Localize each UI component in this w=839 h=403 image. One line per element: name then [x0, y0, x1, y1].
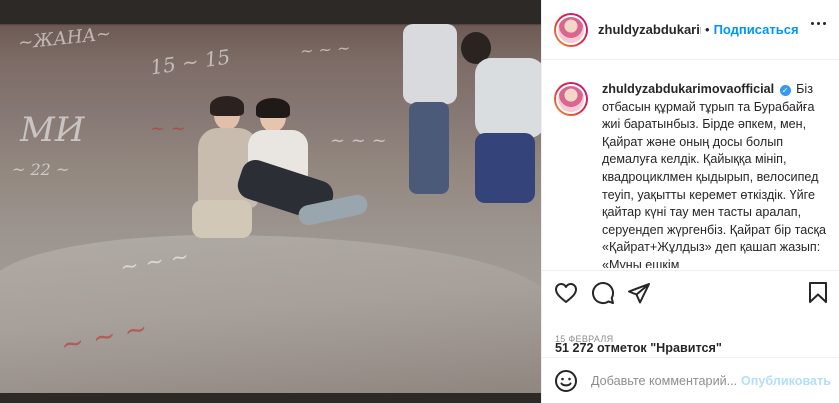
bookmark-icon[interactable]	[806, 281, 830, 305]
avatar[interactable]	[554, 12, 588, 47]
caption-avatar[interactable]	[554, 82, 588, 116]
photo-person-child	[455, 28, 541, 208]
comment-icon[interactable]	[591, 281, 615, 305]
more-dots-icon[interactable]	[811, 22, 826, 25]
photo-rock	[0, 235, 541, 403]
separator-dot: •	[705, 22, 710, 37]
comment-input[interactable]	[591, 373, 741, 388]
heart-icon[interactable]	[554, 281, 578, 305]
caption-text: Біз отбасын құрмай тұрып та Бурабайға жи…	[602, 82, 827, 268]
photo-person-man	[234, 98, 370, 245]
caption-username[interactable]: zhuldyzabdukarimovaofficial	[602, 82, 774, 96]
photo-graffiti: ~ЖАНА~	[17, 23, 113, 54]
photo-graffiti: ~ ~ ~	[299, 38, 351, 61]
photo-graffiti: 15 ~ 15	[148, 44, 232, 80]
avatar-image	[556, 84, 586, 114]
paper-plane-icon[interactable]	[627, 281, 651, 305]
post-actions: 15 февраля Опубликовать	[542, 270, 839, 402]
photo-graffiti: МИ	[20, 110, 85, 150]
smiley-icon[interactable]	[554, 369, 578, 393]
follow-button[interactable]: Подписаться	[714, 22, 799, 37]
avatar-image	[556, 14, 586, 45]
action-icons	[554, 281, 830, 305]
caption-body: zhuldyzabdukarimovaofficial ✓ Біз отбасы…	[602, 71, 832, 268]
post-sidebar: zhuldyzabdukarimov • Подписаться zhuldyz…	[541, 0, 839, 403]
post-header: zhuldyzabdukarimov • Подписаться	[542, 0, 839, 60]
publish-button[interactable]: Опубликовать	[741, 374, 831, 388]
photo-border-bottom	[0, 393, 541, 403]
photo-border-top	[0, 0, 541, 24]
post-photo[interactable]: ~ЖАНА~ 15 ~ 15 ~ ~ ~ МИ ~ 22 ~ ~ ~ ~ ~ ~…	[0, 0, 541, 403]
likes-count[interactable]: 51 272 отметок "Нравится"	[555, 341, 722, 355]
post-caption: zhuldyzabdukarimovaofficial ✓ Біз отбасы…	[542, 71, 839, 268]
verified-badge-icon: ✓	[779, 85, 791, 96]
photo-graffiti: ~ ~	[150, 118, 186, 139]
photo-graffiti: ~ 22 ~	[12, 160, 70, 179]
header-username[interactable]: zhuldyzabdukarimov	[598, 22, 701, 37]
comment-bar: Опубликовать	[542, 357, 839, 403]
